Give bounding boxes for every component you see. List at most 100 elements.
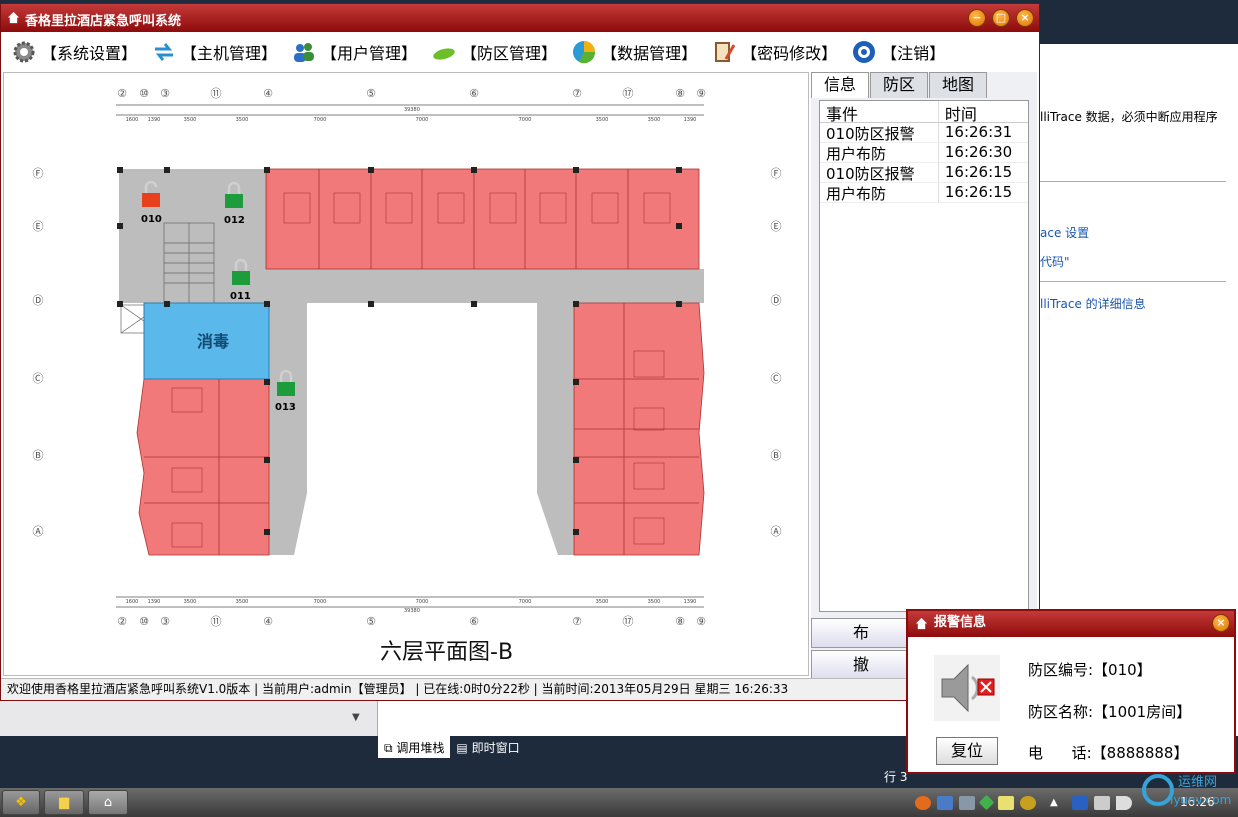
dim-bottom-0: 1600 [126,599,139,605]
tab-map[interactable]: 地图 [929,72,987,98]
tray-app-icon[interactable] [915,795,931,810]
folder-icon: ▆ [59,795,69,810]
table-row[interactable]: 010防区报警 16:26:31 [820,123,1028,143]
floor-plan-view[interactable]: ② ⑩ ③ ⑪ ④ ⑤ ⑥ ⑦ ⑰ ⑧ ⑨ 1600 1600 1390 1390 3500 3500 3500 3… [3,72,809,676]
scroll-down-icon[interactable]: ▼ [352,712,360,723]
axis-labels-right: Ⓕ Ⓔ Ⓓ Ⓒ Ⓑ Ⓐ [771,167,782,538]
ide-link-settings[interactable]: ace 设置 [1040,224,1089,241]
tray-network-icon[interactable] [1093,795,1110,810]
menu-bar: 【系统设置】 【主机管理】 【用户管理】 【防区管理】 【数据管理】 【密码修改… [1,32,1039,72]
home-icon [915,617,928,630]
divider [1040,281,1226,282]
axis-bottom-label-8: ⑰ [623,615,634,628]
tray-printer-icon[interactable] [959,795,975,810]
axis-right-label-0: Ⓕ [771,167,782,180]
tray-note-icon[interactable] [998,795,1014,810]
axis-bottom-label-2: ③ [160,615,170,628]
stack-icon: ⧉ [384,741,397,755]
column-header-event[interactable]: 事件 [820,101,939,122]
status-bar: 欢迎使用香格里拉酒店紧急呼叫系统V1.0版本 | 当前用户:admin【管理员】… [1,678,1039,700]
menu-zone-management[interactable]: 【防区管理】 [431,39,557,65]
menu-logout[interactable]: 【注销】 [851,39,945,65]
tray-monitor-icon[interactable] [937,795,953,810]
zone-label: 012 [224,215,245,226]
close-button[interactable]: × [1016,9,1034,27]
axis-top-label-0: ② [117,87,127,100]
axis-top-label-7: ⑦ [572,87,582,100]
arm-button[interactable]: 布 [811,618,911,648]
window-icon: ▤ [456,741,472,755]
dim-bottom-9: 1390 [684,599,697,605]
ide-info-text: lliTrace 数据，必须中断应用程序 [1040,110,1218,124]
room-block-left [136,378,270,556]
menu-label: 【主机管理】 [181,44,278,63]
axis-left-label-1: Ⓔ [33,220,44,233]
watermark-ring [1142,774,1174,806]
tab-info[interactable]: 信息 [811,72,869,98]
event-cell: 010防区报警 [820,123,939,142]
event-cell: 用户布防 [820,143,939,162]
table-row[interactable]: 用户布防 16:26:15 [820,183,1028,203]
line-indicator: 行 3 [884,770,908,784]
watermark-text: 运维网 [1178,775,1217,790]
right-corridor [537,303,574,555]
tray-shield-icon[interactable] [1071,795,1088,810]
close-button[interactable]: × [1212,614,1230,632]
menu-label: 【数据管理】 [601,44,698,63]
table-row[interactable]: 用户布防 16:26:30 [820,143,1028,163]
divider [1040,181,1226,182]
tab-label: 即时窗口 [471,741,520,755]
ide-link-details[interactable]: lliTrace 的详细信息 [1040,295,1146,312]
tray-coin-icon[interactable] [1020,795,1036,810]
menu-label: 【用户管理】 [321,44,418,63]
home-icon: ⌂ [103,795,113,810]
taskbar-app[interactable]: ⌂ [88,790,128,815]
maximize-button[interactable]: □ [992,9,1010,27]
watermark-logo: 运维网 iyunv.com [1142,774,1231,807]
menu-system-settings[interactable]: 【系统设置】 [11,39,137,65]
alarm-title: 报警信息 [934,615,987,630]
table-row[interactable]: 010防区报警 16:26:15 [820,163,1028,183]
alarm-title-bar[interactable]: 报警信息 × [908,611,1234,637]
column-header-time[interactable]: 时间 [939,101,1028,124]
armed-lock-icon [225,194,243,208]
axis-bottom-label-3: ⑪ [211,615,222,628]
main-window: 香格里拉酒店紧急呼叫系统 − □ × 【系统设置】 【主机管理】 【用户管理】 … [0,3,1040,701]
axis-top-label-9: ⑧ [675,87,685,100]
tray-diamond-icon[interactable] [978,794,995,811]
disinfect-label: 消毒 [197,332,229,351]
pie-chart-icon [573,41,596,64]
start-button[interactable]: ❖ [2,790,40,815]
taskbar-explorer[interactable]: ▆ [44,790,84,815]
tray-volume-icon[interactable] [1115,795,1132,810]
disarm-button[interactable]: 撤 [811,650,911,680]
tab-zones[interactable]: 防区 [870,72,928,98]
ide-tool-tabs: ⧉ 调用堆栈 ▤ 即时窗口 [378,736,526,758]
dim-bottom-2: 3500 [184,599,197,605]
axis-labels-bottom: ②⑩③ ⑪ ④ ⑤ ⑥ ⑦ ⑰ ⑧⑨ [117,615,706,628]
dim-bottom-7: 3500 [596,599,609,605]
menu-host-management[interactable]: 【主机管理】 [151,39,277,65]
tab-callstack[interactable]: ⧉ 调用堆栈 [378,736,451,758]
ide-link-code[interactable]: 代码" [1040,253,1070,270]
tab-immediate[interactable]: ▤ 即时窗口 [450,736,525,758]
dim-bottom-1: 1390 [148,599,161,605]
title-bar[interactable]: 香格里拉酒店紧急呼叫系统 − □ × [1,4,1039,32]
menu-user-management[interactable]: 【用户管理】 [291,39,417,65]
alarm-lock-icon [142,193,160,207]
time-cell: 16:26:15 [944,183,1013,201]
menu-password-change[interactable]: 【密码修改】 [711,39,837,65]
axis-bottom-label-7: ⑦ [572,615,582,628]
reset-button[interactable]: 复位 [936,737,998,765]
dim-bottom-8: 3500 [648,599,661,605]
event-cell: 用户布防 [820,183,939,202]
dim-bottom-3: 3500 [236,599,249,605]
zone-label: 011 [230,291,251,302]
axis-left-label-2: Ⓓ [33,294,44,307]
axis-top-label-1: ⑩ [139,87,149,100]
menu-data-management[interactable]: 【数据管理】 [571,39,697,65]
tray-expand-icon[interactable]: ▲ [1050,797,1058,808]
menu-label: 【防区管理】 [461,44,558,63]
event-log-table[interactable]: 事件 时间 010防区报警 16:26:31 用户布防 16:26:30 010… [819,100,1029,612]
minimize-button[interactable]: − [968,9,986,27]
